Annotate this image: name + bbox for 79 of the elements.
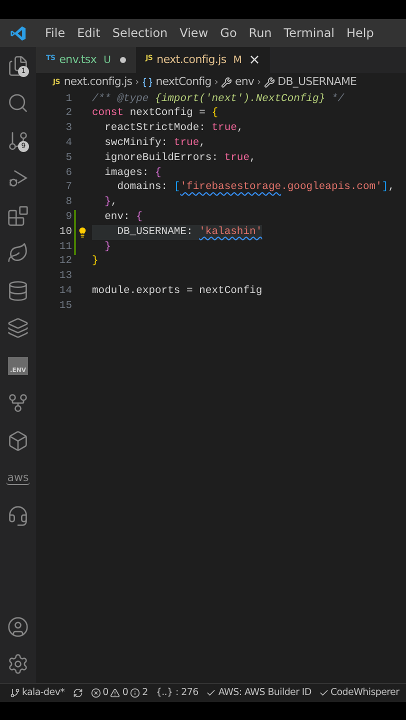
line-number: 13 <box>58 269 72 284</box>
menu-item[interactable]: Edit <box>71 24 106 42</box>
info-icon <box>130 688 140 698</box>
selection-status[interactable]: {..} : 276 <box>156 686 198 700</box>
code-line: ignoreBuildErrors: true, <box>104 150 256 166</box>
code-line: module.exports = nextConfig <box>92 284 262 299</box>
menu-item[interactable]: Help <box>340 24 380 42</box>
extensions-icon[interactable] <box>7 204 29 227</box>
check-icon <box>319 688 330 698</box>
chevron-icon: › <box>256 74 262 90</box>
wrench-icon <box>220 76 232 88</box>
line-number: 5 <box>64 150 72 166</box>
breadcrumb-item[interactable]: nextConfig <box>156 74 212 90</box>
settings-icon[interactable] <box>7 653 29 676</box>
breadcrumb-item[interactable]: DB_USERNAME <box>278 74 357 90</box>
code-line: /** @type {import('next').NextConfig} */ <box>92 92 344 107</box>
git-status: M <box>233 54 242 68</box>
menu-item[interactable]: Selection <box>106 24 174 42</box>
info-count[interactable]: 2 <box>142 686 148 700</box>
line-number: 3 <box>64 121 72 136</box>
leaf-icon[interactable] <box>7 242 29 264</box>
line-number: 8 <box>64 195 72 210</box>
layers-icon[interactable] <box>7 317 29 340</box>
menu-item[interactable]: File <box>39 24 72 42</box>
code-line: env: { <box>104 210 142 225</box>
close-button[interactable]: × <box>248 50 260 70</box>
line-number: 1 <box>64 92 72 107</box>
aws-status[interactable]: AWS: AWS Builder ID <box>218 686 312 700</box>
line-number: 10 <box>58 224 72 240</box>
fork-icon[interactable] <box>7 392 29 414</box>
line-number: 14 <box>58 284 72 299</box>
branch-icon <box>10 688 20 698</box>
line-number: 9 <box>64 210 72 225</box>
search-icon[interactable] <box>7 92 29 114</box>
line-number: 11 <box>58 240 72 254</box>
tab-label: next.config.js <box>156 52 226 68</box>
account-icon[interactable] <box>7 616 29 638</box>
tab-label: env.tsx <box>59 52 97 68</box>
branch-icon[interactable] <box>7 130 29 152</box>
code-line: swcMinify: true, <box>104 136 206 151</box>
error-icon <box>90 688 101 698</box>
files-icon[interactable] <box>7 54 29 77</box>
code-line: const nextConfig = { <box>92 106 218 122</box>
line-number: 15 <box>58 298 72 314</box>
menu-item[interactable]: Terminal <box>278 24 341 42</box>
database-icon[interactable] <box>7 280 29 302</box>
warning-icon <box>110 688 120 698</box>
line-number: 4 <box>64 136 72 151</box>
line-number: 2 <box>64 106 72 122</box>
sync-icon[interactable] <box>72 688 83 698</box>
chevron-icon: › <box>213 74 219 90</box>
code-line: reactStrictMode: true, <box>104 121 244 136</box>
wrench-icon <box>264 76 275 88</box>
breadcrumb-item[interactable]: next.config.js <box>64 74 132 90</box>
play-bug-icon[interactable] <box>7 167 29 190</box>
lightbulb-icon[interactable] <box>76 227 88 238</box>
variable-icon <box>142 76 153 88</box>
menu-item[interactable]: View <box>174 24 214 42</box>
error-count[interactable]: 0 <box>102 686 108 700</box>
code-line: images: { <box>104 166 162 181</box>
codewhisperer-status[interactable]: CodeWhisperer <box>330 686 400 700</box>
check-icon <box>206 688 216 698</box>
code-line: } <box>104 240 111 254</box>
warning-count[interactable]: 0 <box>122 686 128 700</box>
line-number: 6 <box>64 166 72 181</box>
git-status: U <box>104 54 111 68</box>
code-line: domains: ['firebasestorage.googleapis.com'], <box>116 180 395 196</box>
menu-item[interactable]: Run <box>242 24 278 42</box>
headset-icon[interactable] <box>7 504 29 527</box>
chevron-icon: › <box>134 74 140 90</box>
line-number: 7 <box>64 180 72 196</box>
branch-name[interactable]: kala-dev* <box>22 686 65 700</box>
breadcrumb-item[interactable]: env <box>234 74 254 90</box>
editor-logo <box>10 24 27 42</box>
code-line: }, <box>104 195 118 210</box>
cube-icon[interactable] <box>7 430 29 452</box>
code-line: } <box>92 254 98 270</box>
menu-item[interactable]: Go <box>214 24 243 42</box>
line-number: 12 <box>58 254 72 270</box>
